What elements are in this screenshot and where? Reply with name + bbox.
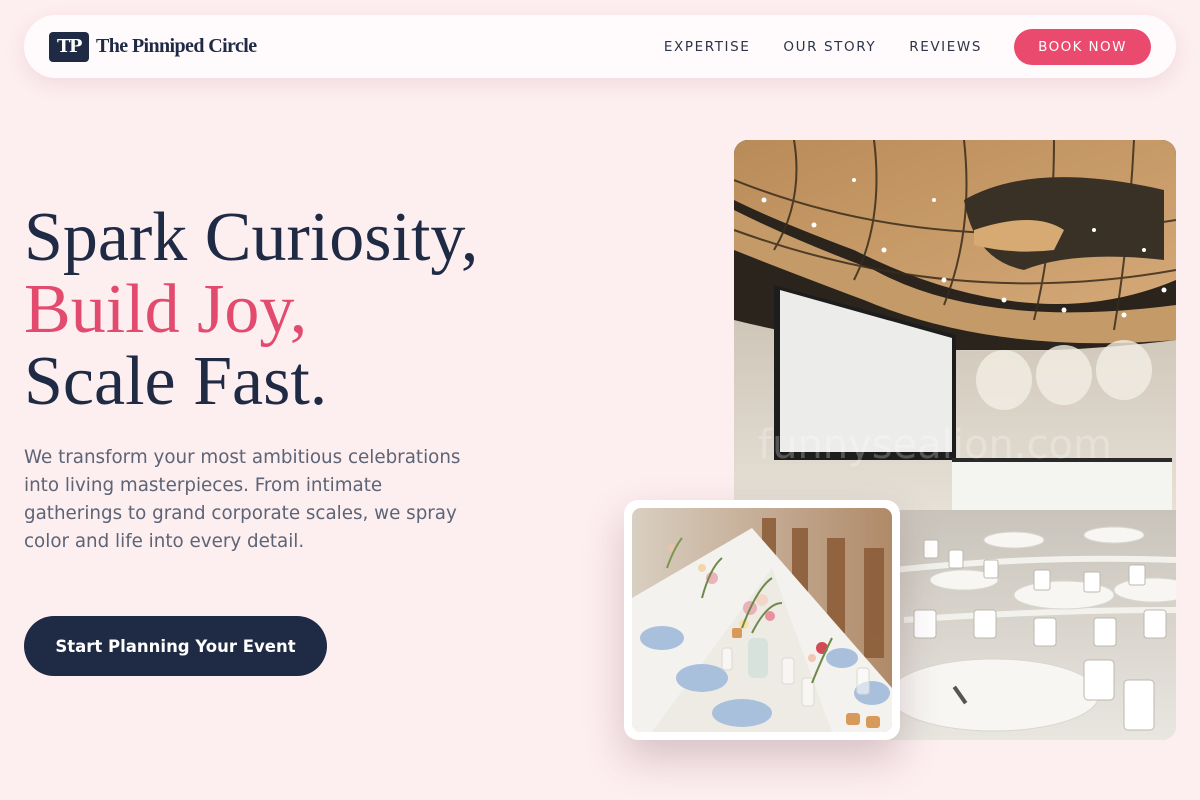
nav-links: EXPERTISE OUR STORY REVIEWS bbox=[664, 39, 982, 55]
watermark-text: funnysealion.com bbox=[758, 422, 1112, 468]
start-planning-button[interactable]: Start Planning Your Event bbox=[24, 616, 327, 676]
hero-subtitle: We transform your most ambitious celebra… bbox=[24, 447, 461, 552]
hero-title: Spark Curiosity, Build Joy, Scale Fast. bbox=[24, 202, 478, 418]
brand-logo[interactable]: TP The Pinniped Circle bbox=[49, 31, 257, 62]
nav-link-our-story[interactable]: OUR STORY bbox=[783, 39, 876, 55]
table-setting-photo bbox=[624, 500, 900, 740]
nav-link-expertise[interactable]: EXPERTISE bbox=[664, 39, 751, 55]
top-navbar: TP The Pinniped Circle EXPERTISE OUR STO… bbox=[24, 15, 1176, 78]
hero-title-line-2: Build Joy, bbox=[24, 271, 308, 348]
hero-title-line-3: Scale Fast. bbox=[24, 343, 328, 420]
hero-title-line-1: Spark Curiosity, bbox=[24, 199, 479, 276]
book-now-button[interactable]: BOOK NOW bbox=[1014, 28, 1151, 65]
table-setting-illustration bbox=[632, 508, 892, 732]
logo-mark-icon: TP bbox=[49, 31, 89, 62]
brand-name: The Pinniped Circle bbox=[96, 35, 257, 57]
nav-link-reviews[interactable]: REVIEWS bbox=[909, 39, 982, 55]
